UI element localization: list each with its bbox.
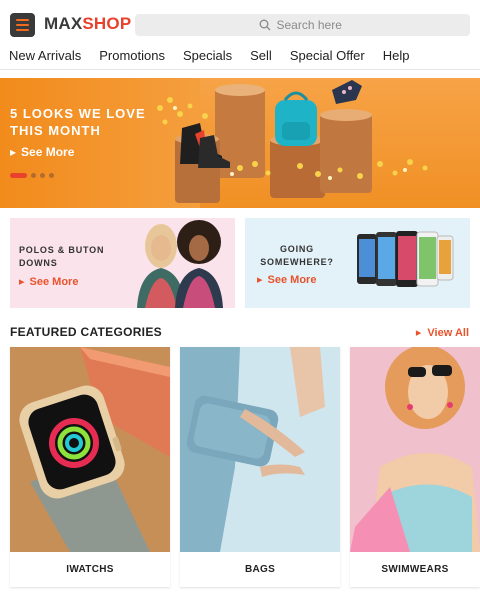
carousel-dot[interactable] — [10, 173, 27, 178]
promo-phones-see-more[interactable]: See More — [257, 273, 317, 286]
swimwear-image — [350, 347, 480, 552]
nav-promotions[interactable]: Promotions — [99, 48, 165, 63]
nav-new-arrivals[interactable]: New Arrivals — [9, 48, 81, 63]
app-header: MAXSHOP New Arrivals Promotions Specials… — [0, 0, 480, 70]
promo-polos-see-more[interactable]: See More — [19, 275, 79, 288]
nav-help[interactable]: Help — [383, 48, 410, 63]
carousel-dots — [10, 173, 54, 178]
category-card-swimwear[interactable]: SWIMWEARS — [350, 347, 480, 587]
iwatch-image — [10, 347, 170, 552]
category-label: BAGS — [244, 564, 276, 575]
promo-polos[interactable]: POLOS & BUTON DOWNS See More — [10, 218, 235, 308]
carousel-dot[interactable] — [31, 173, 36, 178]
promo-phones[interactable]: GOING SOMEWHERE? See More — [245, 218, 470, 308]
logo-shop: SHOP — [82, 14, 132, 33]
view-all-link[interactable]: View All — [416, 326, 469, 339]
nav-special-offer[interactable]: Special Offer — [290, 48, 365, 63]
promo-polos-title: POLOS & BUTON DOWNS — [19, 245, 105, 268]
logo-max: MAX — [44, 14, 83, 33]
hero-illustration — [157, 80, 428, 203]
swimwear-illustration — [350, 347, 480, 552]
bags-image — [180, 347, 340, 552]
bag-illustration — [180, 347, 340, 552]
nav-sell[interactable]: Sell — [250, 48, 272, 63]
main-nav: New Arrivals Promotions Specials Sell Sp… — [9, 48, 410, 63]
search-icon — [259, 19, 270, 31]
featured-title: FEATURED CATEGORIES — [10, 325, 162, 339]
carousel-dot[interactable] — [40, 173, 45, 178]
category-label: SWIMWEARS — [381, 564, 449, 575]
category-label: IWATCHS — [66, 564, 114, 575]
category-card-bags[interactable]: BAGS — [180, 347, 340, 587]
search-bar[interactable] — [135, 14, 470, 36]
category-card-iwatch[interactable]: IWATCHS — [10, 347, 170, 587]
promo-phones-title: GOING SOMEWHERE? — [260, 244, 334, 267]
logo[interactable]: MAXSHOP — [44, 14, 131, 34]
carousel-dot[interactable] — [49, 173, 54, 178]
watch-illustration — [19, 347, 170, 552]
hero-see-more[interactable]: See More — [10, 145, 74, 159]
promo-phones-image — [357, 231, 454, 287]
nav-specials[interactable]: Specials — [183, 48, 232, 63]
hero-title: 5 LOOKS WE LOVE THIS MONTH — [10, 106, 146, 138]
hero-banner[interactable]: 5 LOOKS WE LOVE THIS MONTH See More — [0, 78, 480, 208]
promo-polos-image — [137, 220, 223, 308]
menu-icon[interactable] — [10, 13, 35, 37]
search-input[interactable] — [276, 18, 347, 32]
